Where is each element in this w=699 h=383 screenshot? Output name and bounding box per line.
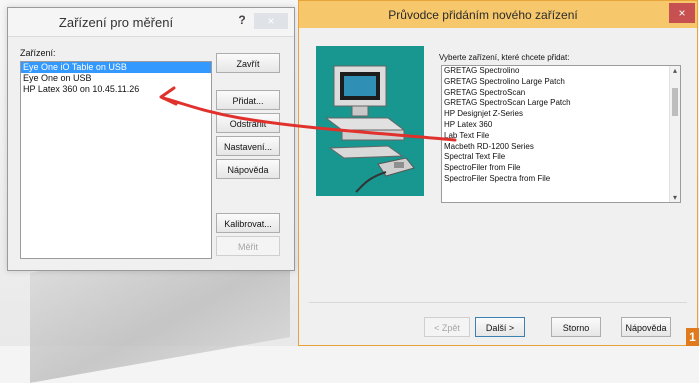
remove-device-button[interactable]: Odstranit (216, 113, 280, 133)
device-model-items: GRETAG Spectrolino GRETAG Spectrolino Lar… (442, 66, 680, 185)
add-device-wizard: Průvodce přidáním nového zařízení × Vybe… (298, 0, 698, 346)
device-model-item[interactable]: HP Designjet Z-Series (442, 109, 680, 120)
help-button[interactable]: Nápověda (216, 159, 280, 179)
device-model-item[interactable]: GRETAG SpectroScan (442, 88, 680, 99)
scroll-down-icon[interactable]: ▾ (670, 193, 680, 202)
back-button[interactable]: < Zpět (424, 317, 470, 337)
wizard-prompt: Vyberte zařízení, které chcete přidat: (439, 53, 570, 62)
device-model-item[interactable]: SpectroFiler Spectra from File (442, 174, 680, 185)
device-model-item[interactable]: GRETAG SpectroScan Large Patch (442, 98, 680, 109)
figure-number-badge: 1 (686, 328, 699, 346)
device-model-item[interactable]: SpectroFiler from File (442, 163, 680, 174)
wizard-close-button[interactable]: × (669, 3, 695, 23)
device-model-item[interactable]: Spectral Text File (442, 152, 680, 163)
calibrate-button[interactable]: Kalibrovat... (216, 213, 280, 233)
add-device-button[interactable]: Přidat... (216, 90, 280, 110)
device-model-item[interactable]: Lab Text File (442, 131, 680, 142)
model-list-scrollbar[interactable]: ▴ ▾ (669, 66, 680, 202)
device-model-list[interactable]: GRETAG Spectrolino GRETAG Spectrolino Lar… (441, 65, 681, 203)
dialog-titlebar: Zařízení pro měření ? × (8, 8, 294, 37)
computer-illustration-icon (316, 46, 424, 196)
scrollbar-thumb[interactable] (672, 88, 678, 116)
wizard-footer-separator (309, 302, 687, 303)
device-list-item[interactable]: Eye One iO Table on USB (21, 62, 211, 73)
device-model-item[interactable]: GRETAG Spectrolino Large Patch (442, 77, 680, 88)
measurement-devices-dialog: Zařízení pro měření ? × Zařízení: Eye On… (7, 7, 295, 271)
settings-button[interactable]: Nastavení... (216, 136, 280, 156)
wizard-titlebar: Průvodce přidáním nového zařízení × (299, 1, 697, 28)
device-model-item[interactable]: HP Latex 360 (442, 120, 680, 131)
device-list-item[interactable]: Eye One on USB (21, 73, 211, 84)
dialog-title: Zařízení pro měření (58, 15, 174, 30)
next-button[interactable]: Další > (475, 317, 525, 337)
device-model-item[interactable]: GRETAG Spectrolino (442, 66, 680, 77)
cancel-button[interactable]: Storno (551, 317, 601, 337)
device-list[interactable]: Eye One iO Table on USB Eye One on USB HP … (20, 61, 212, 259)
measure-button[interactable]: Měřit (216, 236, 280, 256)
wizard-title: Průvodce přidáním nového zařízení (388, 8, 578, 22)
device-list-item[interactable]: HP Latex 360 on 10.45.11.26 (21, 84, 211, 95)
close-button[interactable]: Zavřít (216, 53, 280, 73)
device-model-item[interactable]: Macbeth RD-1200 Series (442, 142, 680, 153)
help-icon[interactable]: ? (232, 13, 252, 29)
scroll-up-icon[interactable]: ▴ (670, 66, 680, 75)
wizard-help-button[interactable]: Nápověda (621, 317, 671, 337)
devices-label: Zařízení: (20, 48, 56, 58)
close-window-button[interactable]: × (254, 13, 288, 29)
